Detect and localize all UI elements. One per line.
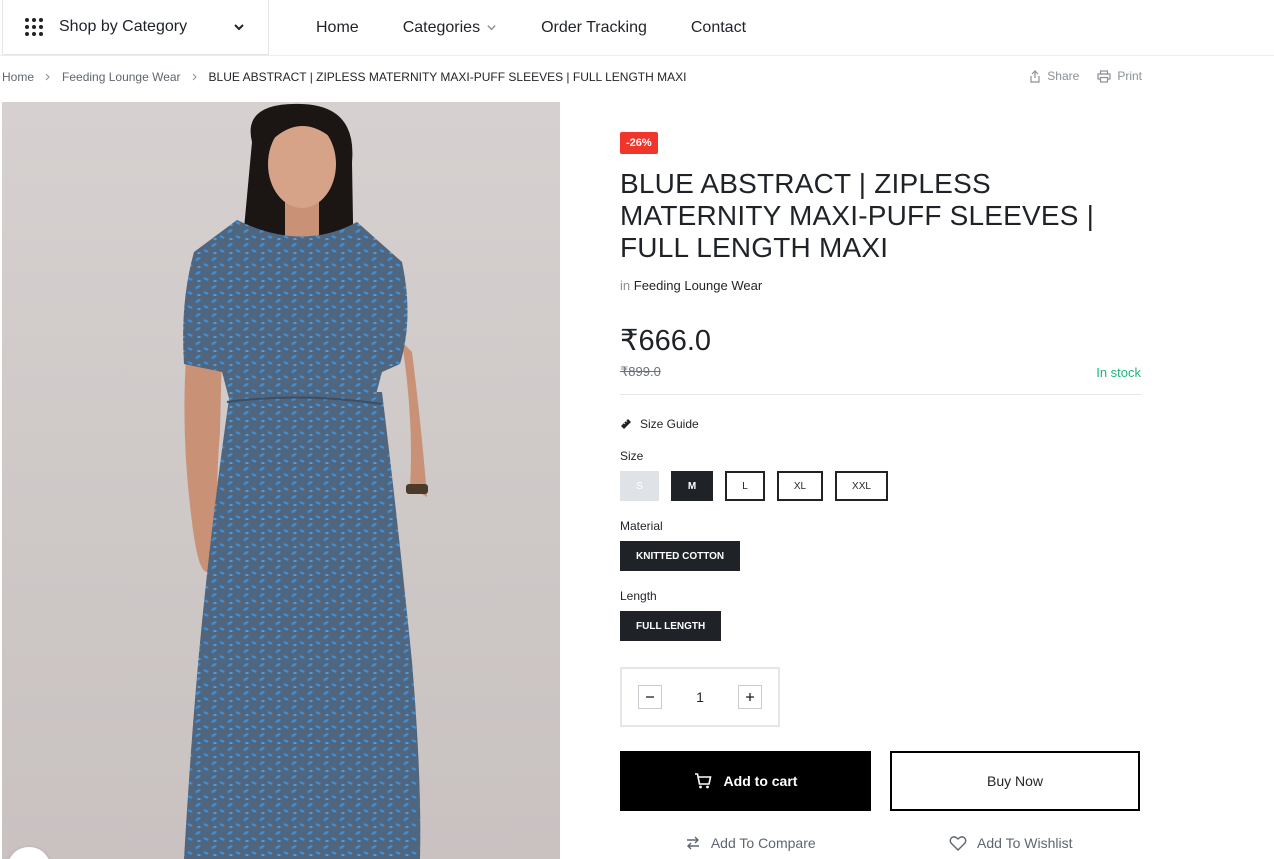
material-label: Material bbox=[620, 519, 663, 533]
breadcrumb-current: BLUE ABSTRACT | ZIPLESS MATERNITY MAXI-P… bbox=[208, 70, 687, 84]
share-button[interactable]: Share bbox=[1029, 69, 1079, 83]
quantity-value[interactable]: 1 bbox=[680, 689, 720, 705]
printer-icon bbox=[1097, 69, 1111, 83]
in-label: in bbox=[620, 278, 631, 293]
old-price: ₹899.0 bbox=[620, 364, 661, 379]
nav-categories-label: Categories bbox=[402, 18, 481, 36]
nav-home[interactable]: Home bbox=[294, 19, 381, 37]
size-options: S M L XL XXL bbox=[620, 471, 1141, 501]
ruler-icon bbox=[621, 419, 631, 429]
nav-order-tracking[interactable]: Order Tracking bbox=[519, 19, 669, 37]
add-to-cart-label: Add to cart bbox=[723, 773, 798, 789]
quantity-stepper: 1 bbox=[620, 667, 780, 727]
shop-by-category-label: Shop by Category bbox=[59, 18, 188, 35]
product-photo-illustration bbox=[183, 103, 428, 859]
price-row: ₹899.0 In stock bbox=[620, 364, 1141, 395]
discount-badge: -26% bbox=[620, 132, 658, 154]
heart-icon bbox=[949, 836, 967, 851]
size-option-s[interactable]: S bbox=[620, 471, 659, 501]
product-category-link[interactable]: Feeding Lounge Wear bbox=[634, 278, 762, 293]
chevron-right-icon bbox=[45, 73, 50, 81]
material-option[interactable]: KNITTED COTTON bbox=[620, 541, 741, 571]
share-print-actions: Share Print bbox=[1029, 69, 1142, 83]
shop-by-category-dropdown[interactable]: Shop by Category bbox=[2, 0, 269, 55]
chevron-right-icon bbox=[192, 73, 197, 81]
product-title: BLUE ABSTRACT | ZIPLESS MATERNITY MAXI-P… bbox=[620, 168, 1095, 263]
size-guide-link[interactable]: Size Guide bbox=[620, 417, 1141, 431]
chevron-down-icon bbox=[234, 24, 244, 31]
chevron-down-icon bbox=[487, 25, 496, 31]
decrease-quantity-button[interactable] bbox=[638, 685, 662, 709]
buy-now-label: Buy Now bbox=[986, 773, 1044, 789]
share-icon bbox=[1030, 69, 1040, 83]
current-price: ₹666.0 bbox=[620, 325, 712, 357]
stock-status: In stock bbox=[1096, 364, 1141, 380]
print-button[interactable]: Print bbox=[1097, 69, 1142, 83]
compare-arrows-icon bbox=[686, 836, 699, 850]
breadcrumb: Home Feeding Lounge Wear BLUE ABSTRACT |… bbox=[2, 70, 686, 84]
nav-contact-label: Contact bbox=[690, 18, 747, 36]
nav-home-label: Home bbox=[316, 18, 359, 36]
print-label: Print bbox=[1117, 69, 1142, 83]
nav-categories[interactable]: Categories bbox=[381, 19, 519, 37]
product-info: -26% BLUE ABSTRACT | ZIPLESS MATERNITY M… bbox=[620, 132, 1141, 851]
product-category-line: in Feeding Lounge Wear bbox=[620, 278, 1141, 293]
share-label: Share bbox=[1047, 69, 1080, 83]
breadcrumb-home[interactable]: Home bbox=[2, 70, 34, 84]
product-image[interactable] bbox=[2, 102, 560, 859]
secondary-actions: Add To Compare Add To Wishlist bbox=[620, 835, 1141, 851]
length-option[interactable]: FULL LENGTH bbox=[620, 611, 722, 641]
size-option-l[interactable]: L bbox=[725, 471, 765, 501]
nav-order-tracking-label: Order Tracking bbox=[541, 18, 647, 36]
main-nav: Home Categories Order Tracking Contact bbox=[294, 0, 768, 55]
nav-contact[interactable]: Contact bbox=[669, 19, 768, 37]
add-to-wishlist-label: Add To Wishlist bbox=[977, 835, 1073, 851]
add-to-compare-button[interactable]: Add To Compare bbox=[620, 835, 881, 851]
size-label: Size bbox=[620, 449, 644, 463]
cart-icon bbox=[694, 773, 712, 789]
add-to-compare-label: Add To Compare bbox=[710, 835, 816, 851]
add-to-wishlist-button[interactable]: Add To Wishlist bbox=[881, 835, 1142, 851]
add-to-cart-button[interactable]: Add to cart bbox=[620, 751, 871, 811]
size-option-m[interactable]: M bbox=[671, 471, 713, 501]
grid-dots-icon bbox=[25, 18, 43, 36]
buy-now-button[interactable]: Buy Now bbox=[890, 751, 1140, 811]
increase-quantity-button[interactable] bbox=[738, 685, 762, 709]
purchase-actions: Add to cart Buy Now bbox=[620, 751, 1141, 811]
top-navigation: Shop by Category Home Categories Order T… bbox=[0, 0, 1274, 56]
breadcrumb-category[interactable]: Feeding Lounge Wear bbox=[62, 70, 181, 84]
size-option-xl[interactable]: XL bbox=[777, 471, 823, 501]
size-option-xxl[interactable]: XXL bbox=[835, 471, 888, 501]
minus-icon bbox=[646, 696, 654, 698]
plus-icon bbox=[746, 693, 754, 701]
size-guide-label: Size Guide bbox=[640, 417, 699, 431]
length-label: Length bbox=[620, 589, 657, 603]
